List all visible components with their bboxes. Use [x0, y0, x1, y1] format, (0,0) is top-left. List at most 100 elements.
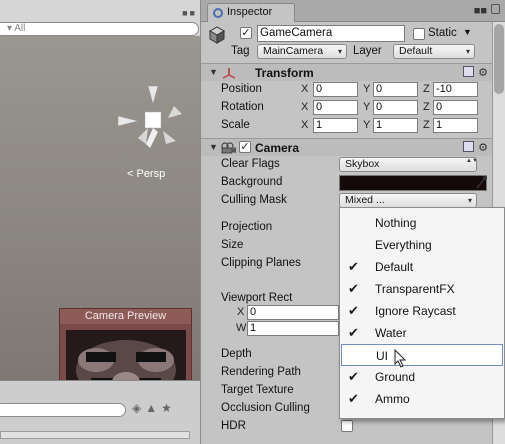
tag-layer-row: Tag MainCamera ▾ Layer Default ▾ — [201, 43, 492, 61]
viewport-rect-label: Viewport Rect — [221, 292, 293, 304]
menu-item-label: UI — [376, 349, 388, 363]
axis-y-label: Y — [363, 101, 371, 113]
background-label: Background — [221, 176, 283, 188]
hdr-checkbox[interactable] — [341, 420, 353, 432]
object-name-field[interactable]: GameCamera — [257, 25, 405, 42]
tag-dropdown[interactable]: MainCamera ▾ — [257, 44, 347, 59]
axis-z-label: Z — [423, 83, 430, 95]
position-y-field[interactable]: 0 — [373, 82, 418, 97]
scene-viewport[interactable]: < Persp Camera Preview — [0, 36, 200, 416]
menu-item-transparentfx[interactable]: ✔ TransparentFX — [341, 278, 503, 300]
scale-y-field[interactable]: 1 — [373, 118, 418, 133]
lock-icon[interactable] — [491, 4, 500, 14]
chevron-updown-icon: ▲▼ — [466, 158, 477, 164]
scale-x-field[interactable]: 1 — [313, 118, 358, 133]
foldout-icon[interactable]: ▼ — [209, 67, 218, 77]
clipping-planes-label: Clipping Planes — [221, 257, 301, 269]
layer-label: Layer — [353, 45, 382, 57]
layer-dropdown[interactable]: Default ▾ — [393, 44, 475, 59]
chevron-down-icon: ▾ — [465, 47, 470, 56]
position-x-field[interactable]: 0 — [313, 82, 358, 97]
menu-item-everything[interactable]: Everything — [341, 234, 503, 256]
inspector-tabbar: Inspector ■■ — [201, 0, 505, 22]
rotation-y-field[interactable]: 0 — [373, 100, 418, 115]
size-label: Size — [221, 239, 244, 251]
static-label: Static — [428, 27, 457, 39]
check-icon: ✔ — [348, 391, 359, 406]
hierarchy-scrollbar[interactable] — [0, 431, 190, 439]
gear-icon[interactable]: ⚙ — [478, 142, 488, 154]
check-icon: ✔ — [348, 369, 359, 384]
projection-label: Projection — [221, 221, 273, 233]
depth-label: Depth — [221, 348, 252, 360]
axis-x-label: X — [237, 306, 245, 318]
menu-item-ui[interactable]: UI — [341, 344, 503, 368]
menu-item-label: Nothing — [375, 216, 417, 230]
tag-value: MainCamera — [263, 45, 324, 57]
hierarchy-toolbar: ◈▲★ — [0, 380, 200, 444]
menu-item-ammo[interactable]: ✔ Ammo — [341, 388, 503, 410]
camera-title: Camera — [255, 141, 300, 155]
rotation-label: Rotation — [221, 101, 264, 113]
rotation-x-field[interactable]: 0 — [313, 100, 358, 115]
transform-title: Transform — [255, 66, 314, 80]
menu-item-nothing[interactable]: Nothing — [341, 212, 503, 234]
axis-y-label: Y — [363, 83, 371, 95]
menu-item-label: Ammo — [375, 392, 410, 406]
clear-flags-dropdown[interactable]: Skybox ▲▼ — [339, 157, 477, 172]
layer-value: Default — [399, 45, 433, 57]
check-icon: ✔ — [348, 303, 359, 318]
culling-mask-dropdown[interactable]: Mixed ... ▾ — [339, 193, 477, 208]
axis-z-label: Z — [423, 119, 430, 131]
help-book-icon[interactable] — [463, 141, 475, 152]
viewport-w-field[interactable]: 1 — [247, 321, 339, 336]
scene-orientation-gizmo-icon[interactable] — [118, 86, 188, 156]
scrollbar-thumb[interactable] — [494, 24, 504, 94]
tab-inspector[interactable]: Inspector — [207, 3, 295, 22]
transform-icon — [222, 68, 236, 79]
camera-header[interactable]: ▼ ✓ Camera ⚙ — [201, 138, 492, 156]
position-z-field[interactable]: -10 — [433, 82, 478, 97]
axis-x-label: X — [301, 83, 309, 95]
window-menu-icon[interactable]: ■■ — [182, 8, 197, 18]
menu-item-label: TransparentFX — [375, 282, 455, 296]
gameobject-cube-icon — [208, 26, 226, 44]
culling-mask-menu: Nothing Everything ✔ Default ✔ Transpare… — [339, 207, 505, 419]
menu-item-label: Ground — [375, 370, 416, 384]
menu-item-default[interactable]: ✔ Default — [341, 256, 503, 278]
rotation-row: Rotation X 0 Y 0 Z 0 — [201, 99, 492, 117]
active-checkbox[interactable]: ✓ — [240, 27, 252, 39]
eyedropper-icon[interactable] — [474, 175, 488, 191]
gear-icon[interactable]: ⚙ — [478, 67, 488, 79]
menu-item-ground[interactable]: ✔ Ground — [341, 366, 503, 388]
check-icon: ✔ — [348, 259, 359, 274]
background-color-swatch[interactable] — [339, 175, 487, 191]
transform-header[interactable]: ▼ Transform ⚙ — [201, 63, 492, 81]
axis-w-label: W — [236, 322, 247, 334]
check-icon: ✔ — [348, 281, 359, 296]
rotation-z-field[interactable]: 0 — [433, 100, 478, 115]
hdr-row: HDR — [201, 418, 492, 436]
chevron-down-icon: ▾ — [467, 196, 472, 205]
viewport-x-field[interactable]: 0 — [247, 305, 339, 320]
foldout-icon[interactable]: ▼ — [209, 142, 218, 152]
static-checkbox[interactable] — [413, 28, 425, 40]
scene-toolbar: ■■ ▾ All — [0, 0, 200, 36]
persp-label[interactable]: < Persp — [127, 168, 165, 180]
help-book-icon[interactable] — [463, 66, 475, 77]
static-dropdown-icon[interactable]: ▼ — [463, 27, 472, 37]
menu-item-water[interactable]: ✔ Water — [341, 322, 503, 344]
menu-item-ignore-raycast[interactable]: ✔ Ignore Raycast — [341, 300, 503, 322]
background-row: Background — [201, 174, 492, 192]
tab-menu-icon[interactable]: ■■ — [474, 5, 487, 17]
position-row: Position X 0 Y 0 Z -10 — [201, 81, 492, 99]
scale-row: Scale X 1 Y 1 Z 1 — [201, 117, 492, 135]
axis-y-label: Y — [363, 119, 371, 131]
hierarchy-search-input[interactable] — [0, 403, 126, 417]
scale-z-field[interactable]: 1 — [433, 118, 478, 133]
scale-label: Scale — [221, 119, 250, 131]
filter-icons[interactable]: ◈▲★ — [132, 401, 176, 415]
camera-enabled-checkbox[interactable]: ✓ — [239, 141, 251, 153]
info-icon — [213, 8, 223, 18]
scene-search-input[interactable]: ▾ All — [0, 22, 199, 36]
